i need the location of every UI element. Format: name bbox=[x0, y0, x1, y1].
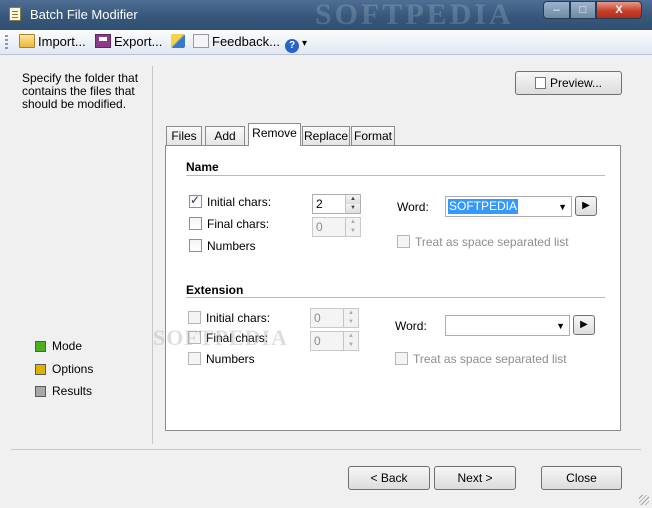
preview-icon bbox=[534, 77, 546, 89]
play-arrow-icon: ▶ bbox=[580, 319, 588, 330]
dropdown-arrow-icon[interactable]: ▼ bbox=[558, 200, 567, 214]
spin-down-icon[interactable]: ▼ bbox=[345, 204, 360, 213]
play-arrow-icon: ▶ bbox=[582, 200, 590, 211]
spin-up-icon[interactable]: ▲ bbox=[343, 332, 358, 341]
extension-word-label: Word: bbox=[395, 319, 427, 333]
save-disk-icon bbox=[95, 34, 111, 48]
tools-button[interactable] bbox=[171, 33, 188, 51]
name-final-chars-checkbox[interactable] bbox=[189, 217, 202, 230]
step-mode-icon bbox=[35, 341, 46, 352]
feedback-icon bbox=[193, 34, 209, 48]
name-space-list-label: Treat as space separated list bbox=[415, 235, 569, 249]
help-dropdown-button[interactable]: ? ▾ bbox=[285, 33, 308, 53]
extension-word-go-button[interactable]: ▶ bbox=[573, 315, 595, 335]
close-button[interactable]: Close bbox=[541, 466, 622, 490]
feedback-label: Feedback... bbox=[212, 34, 280, 49]
extension-initial-chars-spinner[interactable]: 0 ▲ ▼ bbox=[310, 308, 359, 328]
name-final-chars-spinner[interactable]: 0 ▲ ▼ bbox=[312, 217, 361, 237]
name-initial-chars-spinner[interactable]: 2 ▲ ▼ bbox=[312, 194, 361, 214]
import-button[interactable]: Import... bbox=[19, 33, 86, 51]
folder-open-icon bbox=[19, 34, 35, 48]
softpedia-watermark: SOFTPEDIA bbox=[153, 325, 288, 350]
extension-section-divider bbox=[186, 297, 605, 299]
name-section-title: Name bbox=[186, 160, 219, 174]
minimize-button[interactable]: – bbox=[543, 1, 570, 19]
name-word-value: SOFTPEDIA bbox=[448, 199, 519, 214]
preview-button[interactable]: Preview... bbox=[515, 71, 622, 95]
back-button[interactable]: < Back bbox=[348, 466, 430, 490]
close-window-button[interactable]: X bbox=[596, 1, 642, 19]
step-options-icon bbox=[35, 364, 46, 375]
spin-up-icon[interactable]: ▲ bbox=[345, 195, 360, 204]
footer-divider bbox=[11, 449, 641, 450]
extension-word-combo[interactable]: ▼ bbox=[445, 315, 570, 336]
dropdown-arrow-icon[interactable]: ▼ bbox=[556, 319, 565, 333]
tab-remove[interactable]: Remove bbox=[248, 123, 301, 146]
preview-label: Preview... bbox=[549, 76, 603, 90]
help-icon: ? bbox=[285, 39, 299, 53]
spin-down-icon[interactable]: ▼ bbox=[343, 318, 358, 327]
tab-add[interactable]: Add bbox=[205, 126, 245, 145]
wizard-sidebar: Specify the folder that contains the fil… bbox=[11, 66, 153, 444]
toolbar-grip-icon[interactable] bbox=[5, 35, 8, 49]
step-results: Results bbox=[35, 383, 92, 399]
name-section-divider bbox=[186, 175, 605, 177]
spin-down-icon[interactable]: ▼ bbox=[343, 341, 358, 350]
name-initial-chars-value: 2 bbox=[316, 197, 323, 211]
extension-final-chars-value: 0 bbox=[314, 334, 321, 348]
tab-format[interactable]: Format bbox=[351, 126, 395, 145]
name-word-combo[interactable]: SOFTPEDIA ▼ bbox=[445, 196, 572, 217]
name-word-go-button[interactable]: ▶ bbox=[575, 196, 597, 216]
extension-space-list-checkbox[interactable] bbox=[395, 352, 408, 365]
window-title: Batch File Modifier bbox=[30, 7, 138, 22]
step-results-label: Results bbox=[52, 384, 93, 398]
name-initial-chars-checkbox[interactable] bbox=[189, 193, 202, 208]
step-mode: Mode bbox=[35, 338, 82, 354]
extension-initial-chars-checkbox[interactable] bbox=[188, 311, 201, 324]
extension-initial-chars-label: Initial chars: bbox=[206, 311, 271, 325]
tab-files[interactable]: Files bbox=[166, 126, 202, 145]
import-label: Import... bbox=[38, 34, 86, 49]
app-window: Batch File Modifier SOFTPEDIA – □ X Impo… bbox=[0, 0, 652, 508]
tools-icon bbox=[171, 34, 185, 48]
title-watermark: SOFTPEDIA bbox=[315, 0, 514, 31]
export-button[interactable]: Export... bbox=[95, 33, 162, 51]
extension-space-list-label: Treat as space separated list bbox=[413, 352, 567, 366]
step-options: Options bbox=[35, 361, 93, 377]
spin-up-icon[interactable]: ▲ bbox=[343, 309, 358, 318]
step-mode-label: Mode bbox=[52, 339, 83, 353]
extension-word-value bbox=[448, 318, 450, 333]
feedback-button[interactable]: Feedback... bbox=[193, 33, 280, 51]
title-bar: Batch File Modifier SOFTPEDIA – □ X bbox=[0, 0, 652, 31]
step-description: Specify the folder that contains the fil… bbox=[22, 71, 139, 111]
step-options-label: Options bbox=[52, 362, 94, 376]
extension-numbers-checkbox[interactable] bbox=[188, 352, 201, 365]
step-results-icon bbox=[35, 386, 46, 397]
tab-replace[interactable]: Replace bbox=[302, 126, 350, 145]
next-button[interactable]: Next > bbox=[434, 466, 516, 490]
name-word-label: Word: bbox=[397, 200, 429, 214]
name-numbers-label: Numbers bbox=[207, 239, 256, 253]
maximize-button[interactable]: □ bbox=[570, 1, 596, 19]
name-final-chars-value: 0 bbox=[316, 220, 323, 234]
name-initial-chars-label: Initial chars: bbox=[207, 195, 272, 209]
app-icon bbox=[9, 7, 21, 21]
name-final-chars-label: Final chars: bbox=[207, 217, 270, 231]
extension-section-title: Extension bbox=[186, 283, 244, 297]
chevron-down-icon: ▾ bbox=[302, 38, 308, 49]
name-numbers-checkbox[interactable] bbox=[189, 239, 202, 252]
extension-initial-chars-value: 0 bbox=[314, 311, 321, 325]
extension-numbers-label: Numbers bbox=[206, 352, 255, 366]
name-space-list-checkbox[interactable] bbox=[397, 235, 410, 248]
toolbar: Import... Export... Feedback... ? ▾ bbox=[0, 30, 652, 55]
extension-final-chars-spinner[interactable]: 0 ▲ ▼ bbox=[310, 331, 359, 351]
spin-down-icon[interactable]: ▼ bbox=[345, 227, 360, 236]
spin-up-icon[interactable]: ▲ bbox=[345, 218, 360, 227]
resize-grip-icon[interactable] bbox=[639, 495, 649, 505]
export-label: Export... bbox=[114, 34, 163, 49]
